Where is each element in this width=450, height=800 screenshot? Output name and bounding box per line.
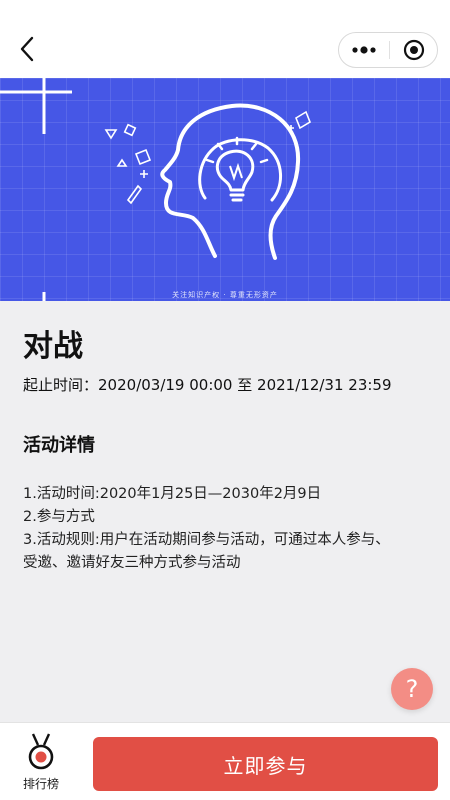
chevron-left-icon bbox=[20, 36, 34, 62]
period-start: 2020/03/19 00:00 bbox=[98, 376, 233, 394]
question-mark-icon: ? bbox=[405, 675, 419, 703]
details-heading: 活动详情 bbox=[23, 435, 95, 456]
details-line: 2.参与方式 bbox=[23, 509, 95, 525]
target-close-icon bbox=[403, 39, 425, 61]
top-nav-bar bbox=[0, 0, 450, 78]
activity-banner: 关注知识产权 · 尊重无形资产 bbox=[0, 78, 450, 301]
details-line: 1.活动时间:2020年1月25日—2030年2月9日 bbox=[23, 486, 322, 502]
back-button[interactable] bbox=[14, 34, 40, 64]
more-dots-icon bbox=[352, 46, 376, 54]
bottom-action-bar: 排行榜 立即参与 bbox=[0, 722, 450, 800]
details-line: 3.活动规则:用户在活动期间参与活动，可通过本人参与、受邀、邀请好友三种方式参与… bbox=[23, 532, 390, 571]
details-list: 1.活动时间:2020年1月25日—2030年2月9日 2.参与方式 3.活动规… bbox=[23, 483, 403, 575]
activity-period: 起止时间：2020/03/19 00:00 至 2021/12/31 23:59 bbox=[23, 374, 392, 395]
period-label: 起止时间： bbox=[23, 376, 99, 394]
join-now-button[interactable]: 立即参与 bbox=[93, 737, 438, 791]
help-button[interactable]: ? bbox=[391, 668, 433, 710]
banner-caption: 关注知识产权 · 尊重无形资产 bbox=[172, 291, 278, 299]
activity-content: 对战 起止时间：2020/03/19 00:00 至 2021/12/31 23… bbox=[0, 301, 450, 721]
mini-program-capsule bbox=[338, 32, 438, 68]
more-button[interactable] bbox=[339, 33, 389, 67]
head-lightbulb-illustration bbox=[0, 78, 311, 301]
leaderboard-button[interactable]: 排行榜 bbox=[8, 731, 74, 793]
activity-title: 对战 bbox=[23, 329, 83, 364]
leaderboard-label: 排行榜 bbox=[22, 777, 59, 791]
period-end: 2021/12/31 23:59 bbox=[257, 376, 392, 394]
period-to: 至 bbox=[237, 376, 253, 394]
medal-icon bbox=[28, 733, 54, 770]
close-button[interactable] bbox=[390, 33, 438, 67]
